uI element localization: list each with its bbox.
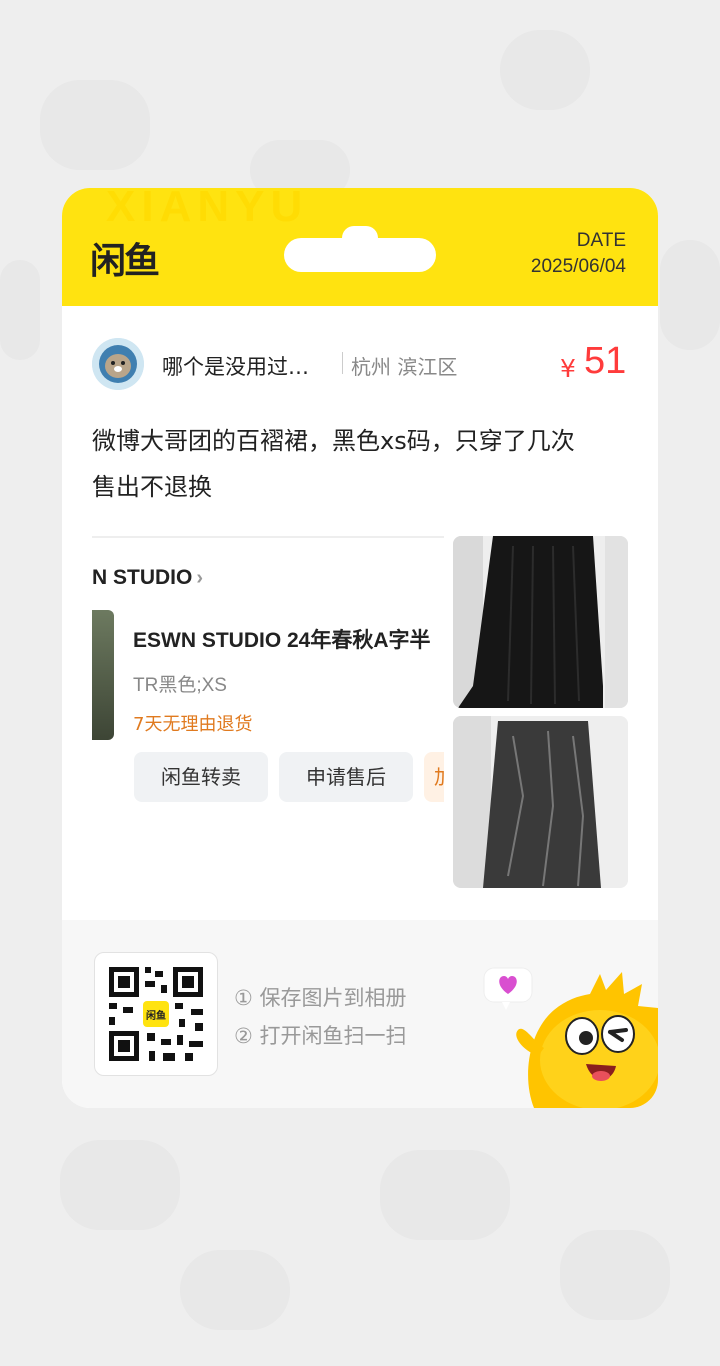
- background-sticker: [0, 260, 40, 360]
- background-sticker: [660, 240, 720, 350]
- shop-name: N STUDIO ›: [92, 566, 204, 589]
- order-screenshot-image[interactable]: N STUDIO › ESWN STUDIO 24年春秋A字半 TR黑色;XS 7…: [92, 536, 444, 886]
- return-policy: 7天无理由退货: [133, 714, 253, 735]
- background-sticker: [60, 1140, 180, 1230]
- share-card: XIANYU 闲鱼 DATE 2025/06/04 哪个是没用过… 杭州 滨江区…: [62, 188, 658, 1108]
- qr-center-label: 闲鱼: [146, 1011, 166, 1022]
- background-sticker: [380, 1150, 510, 1240]
- price-currency: ¥: [560, 354, 576, 383]
- product-title: ESWN STUDIO 24年春秋A字半: [133, 629, 431, 652]
- chevron-right-icon: ›: [196, 567, 204, 589]
- seller-username[interactable]: 哪个是没用过…: [162, 351, 309, 381]
- mascot-fish-icon: [482, 960, 658, 1108]
- qr-code-icon[interactable]: 闲鱼: [94, 952, 218, 1076]
- card-footer: 闲鱼 ① 保存图片到相册 ② 打开闲鱼扫一扫: [62, 920, 658, 1108]
- after-sales-button: 申请售后: [279, 752, 413, 802]
- xianyu-logo: 闲鱼: [90, 241, 160, 282]
- description-line: 售出不退换: [92, 473, 212, 501]
- resell-button: 闲鱼转卖: [134, 752, 268, 802]
- product-thumbnail: [92, 610, 114, 740]
- item-description: 微博大哥团的百褶裙，黑色xs码，只穿了几次 售出不退换: [92, 418, 632, 510]
- product-spec: TR黑色;XS: [133, 675, 227, 696]
- price-value: 51: [584, 340, 627, 382]
- brand-watermark: XIANYU: [106, 188, 309, 231]
- avatar[interactable]: [92, 338, 144, 390]
- heart-bubble-icon: [483, 967, 533, 1010]
- background-sticker: [500, 30, 590, 110]
- instruction-step-1: ① 保存图片到相册: [234, 986, 407, 1010]
- card-header: XIANYU 闲鱼 DATE 2025/06/04: [62, 188, 658, 306]
- background-sticker: [560, 1230, 670, 1320]
- seller-location: 杭州 滨江区: [351, 355, 458, 379]
- card-hole: [284, 238, 436, 272]
- background-sticker: [40, 80, 150, 170]
- description-line: 微博大哥团的百褶裙，黑色xs码，只穿了几次: [92, 427, 575, 455]
- add-button-partial: 加: [424, 752, 444, 802]
- item-photo[interactable]: [453, 536, 628, 708]
- date-value: 2025/06/04: [530, 256, 626, 277]
- item-photo[interactable]: [453, 716, 628, 888]
- date-label: DATE: [576, 230, 626, 251]
- divider: [342, 352, 343, 374]
- background-sticker: [180, 1250, 290, 1330]
- instruction-step-2: ② 打开闲鱼扫一扫: [234, 1024, 407, 1048]
